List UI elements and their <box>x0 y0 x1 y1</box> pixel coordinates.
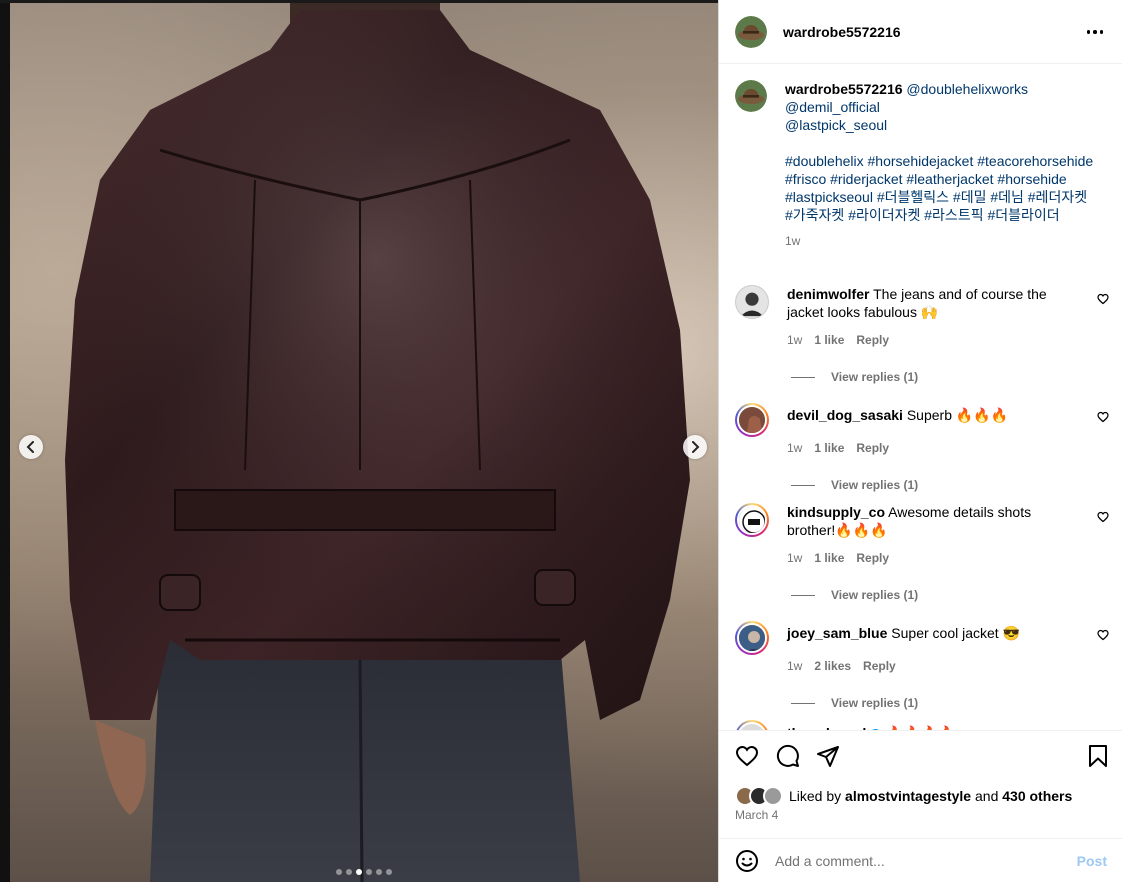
post-media[interactable] <box>0 0 718 882</box>
person-avatar-image <box>739 625 765 651</box>
heart-icon[interactable] <box>1097 293 1109 305</box>
caption-username[interactable]: wardrobe5572216 <box>785 81 903 97</box>
liker-avatars[interactable] <box>735 786 783 806</box>
post-caption: wardrobe5572216 @doublehelixworks @demil… <box>735 80 1110 250</box>
mention-doublehelixworks[interactable]: @doublehelixworks <box>906 81 1028 97</box>
post-date[interactable]: March 4 <box>735 808 778 822</box>
comment-item: kindsupply_co Awesome details shots brot… <box>735 503 1122 602</box>
carousel-dot <box>336 869 342 875</box>
commenter-avatar[interactable] <box>735 621 769 655</box>
comments-list[interactable]: wardrobe5572216 @doublehelixworks @demil… <box>719 64 1122 731</box>
comment-username[interactable]: kindsupply_co <box>787 504 885 520</box>
comment-time: 1w <box>787 333 803 347</box>
view-replies-label: View replies (1) <box>831 478 919 492</box>
heart-icon[interactable] <box>1097 511 1109 523</box>
carousel-next-button[interactable] <box>683 435 707 459</box>
comment-likes[interactable]: 2 likes <box>814 659 851 673</box>
jacket-photo <box>65 0 690 882</box>
heart-icon[interactable] <box>1097 411 1109 423</box>
post-comment-button[interactable]: Post <box>1077 853 1107 869</box>
view-replies-button[interactable]: View replies (1) <box>791 478 1122 492</box>
mention-demil-official[interactable]: @demil_official <box>785 99 880 115</box>
carousel-indicator <box>336 869 392 875</box>
comment-likes[interactable]: 1 like <box>814 333 844 347</box>
view-replies-label: View replies (1) <box>831 696 919 710</box>
view-replies-button[interactable]: View replies (1) <box>791 370 1122 384</box>
comment-item: joey_sam_blue Super cool jacket 😎 1w 2 l… <box>735 621 1122 710</box>
commenter-avatar[interactable] <box>735 503 769 537</box>
comment-text: Super cool jacket 😎 <box>891 625 1020 641</box>
image-edge-top <box>0 0 718 3</box>
author-username[interactable]: wardrobe5572216 <box>783 24 901 40</box>
comment-username[interactable]: devil_dog_sasaki <box>787 407 903 423</box>
liker-avatar <box>763 786 783 806</box>
post-action-bar <box>719 732 1122 784</box>
carousel-dot <box>346 869 352 875</box>
liked-by-user[interactable]: almostvintagestyle <box>845 788 971 804</box>
heart-icon[interactable] <box>735 744 759 768</box>
carousel-prev-button[interactable] <box>19 435 43 459</box>
comment-username[interactable]: denimwolfer <box>787 286 869 302</box>
carousel-dot <box>386 869 392 875</box>
hat-avatar-image <box>735 80 767 112</box>
comment-username[interactable]: joey_sam_blue <box>787 625 887 641</box>
comment-reply-button[interactable]: Reply <box>856 551 889 565</box>
liked-by-prefix: Liked by <box>789 788 842 804</box>
share-icon[interactable] <box>816 744 840 768</box>
mention-lastpick-seoul[interactable]: @lastpick_seoul <box>785 117 887 133</box>
commenter-avatar[interactable] <box>735 403 769 437</box>
caption-avatar[interactable] <box>735 80 767 112</box>
comment-item: denimwolfer The jeans and of course the … <box>735 285 1122 384</box>
chevron-right-icon <box>692 441 700 453</box>
image-edge <box>0 0 10 882</box>
person-avatar-image <box>736 286 768 318</box>
caption-time: 1w <box>785 234 801 248</box>
view-replies-label: View replies (1) <box>831 588 919 602</box>
carousel-dot <box>356 869 362 875</box>
comment-likes[interactable]: 1 like <box>814 441 844 455</box>
comment-item: threads_md 🔥🔥🔥🔥 <box>735 720 1122 730</box>
comment-time: 1w <box>787 441 803 455</box>
comment-input[interactable] <box>775 852 1065 869</box>
caption-hashtags[interactable]: #doublehelix #horsehidejacket #teacoreho… <box>785 152 1095 224</box>
comment-reply-button[interactable]: Reply <box>856 441 889 455</box>
more-options-icon[interactable] <box>1085 22 1105 42</box>
likes-count[interactable]: 430 others <box>1002 788 1072 804</box>
view-replies-label: View replies (1) <box>831 370 919 384</box>
commenter-avatar[interactable] <box>735 285 769 319</box>
comment-text: Superb 🔥🔥🔥 <box>906 407 1009 423</box>
hat-avatar-image <box>735 15 767 48</box>
post-header: wardrobe5572216 <box>719 0 1122 64</box>
comment-username[interactable]: threads_md <box>787 725 866 730</box>
commenter-avatar[interactable] <box>735 720 769 730</box>
add-comment-bar: Post <box>719 838 1122 882</box>
likes-summary: Liked by almostvintagestyle and 430 othe… <box>735 786 1072 806</box>
heart-icon[interactable] <box>1097 629 1109 641</box>
comment-time: 1w <box>787 551 803 565</box>
liked-by-and: and <box>975 788 999 804</box>
comment-text: 🔥🔥🔥🔥 <box>885 725 955 730</box>
comment-item: devil_dog_sasaki Superb 🔥🔥🔥 1w 1 like Re… <box>735 403 1122 492</box>
post-side-panel: wardrobe5572216 wardrobe5572216 @doubleh… <box>718 0 1122 882</box>
view-replies-button[interactable]: View replies (1) <box>791 588 1122 602</box>
carousel-dot <box>376 869 382 875</box>
brand-logo-avatar-image <box>739 507 765 533</box>
horse-avatar-image <box>739 407 765 433</box>
comment-reply-button[interactable]: Reply <box>863 659 896 673</box>
author-avatar[interactable] <box>735 15 767 48</box>
comment-time: 1w <box>787 659 803 673</box>
view-replies-button[interactable]: View replies (1) <box>791 696 1122 710</box>
comment-icon[interactable] <box>776 744 800 768</box>
carousel-dot <box>366 869 372 875</box>
comment-reply-button[interactable]: Reply <box>856 333 889 347</box>
emoji-icon[interactable] <box>735 849 759 873</box>
chevron-left-icon <box>26 441 34 453</box>
bookmark-icon[interactable] <box>1087 744 1109 768</box>
comment-likes[interactable]: 1 like <box>814 551 844 565</box>
verified-badge-icon <box>870 728 882 730</box>
